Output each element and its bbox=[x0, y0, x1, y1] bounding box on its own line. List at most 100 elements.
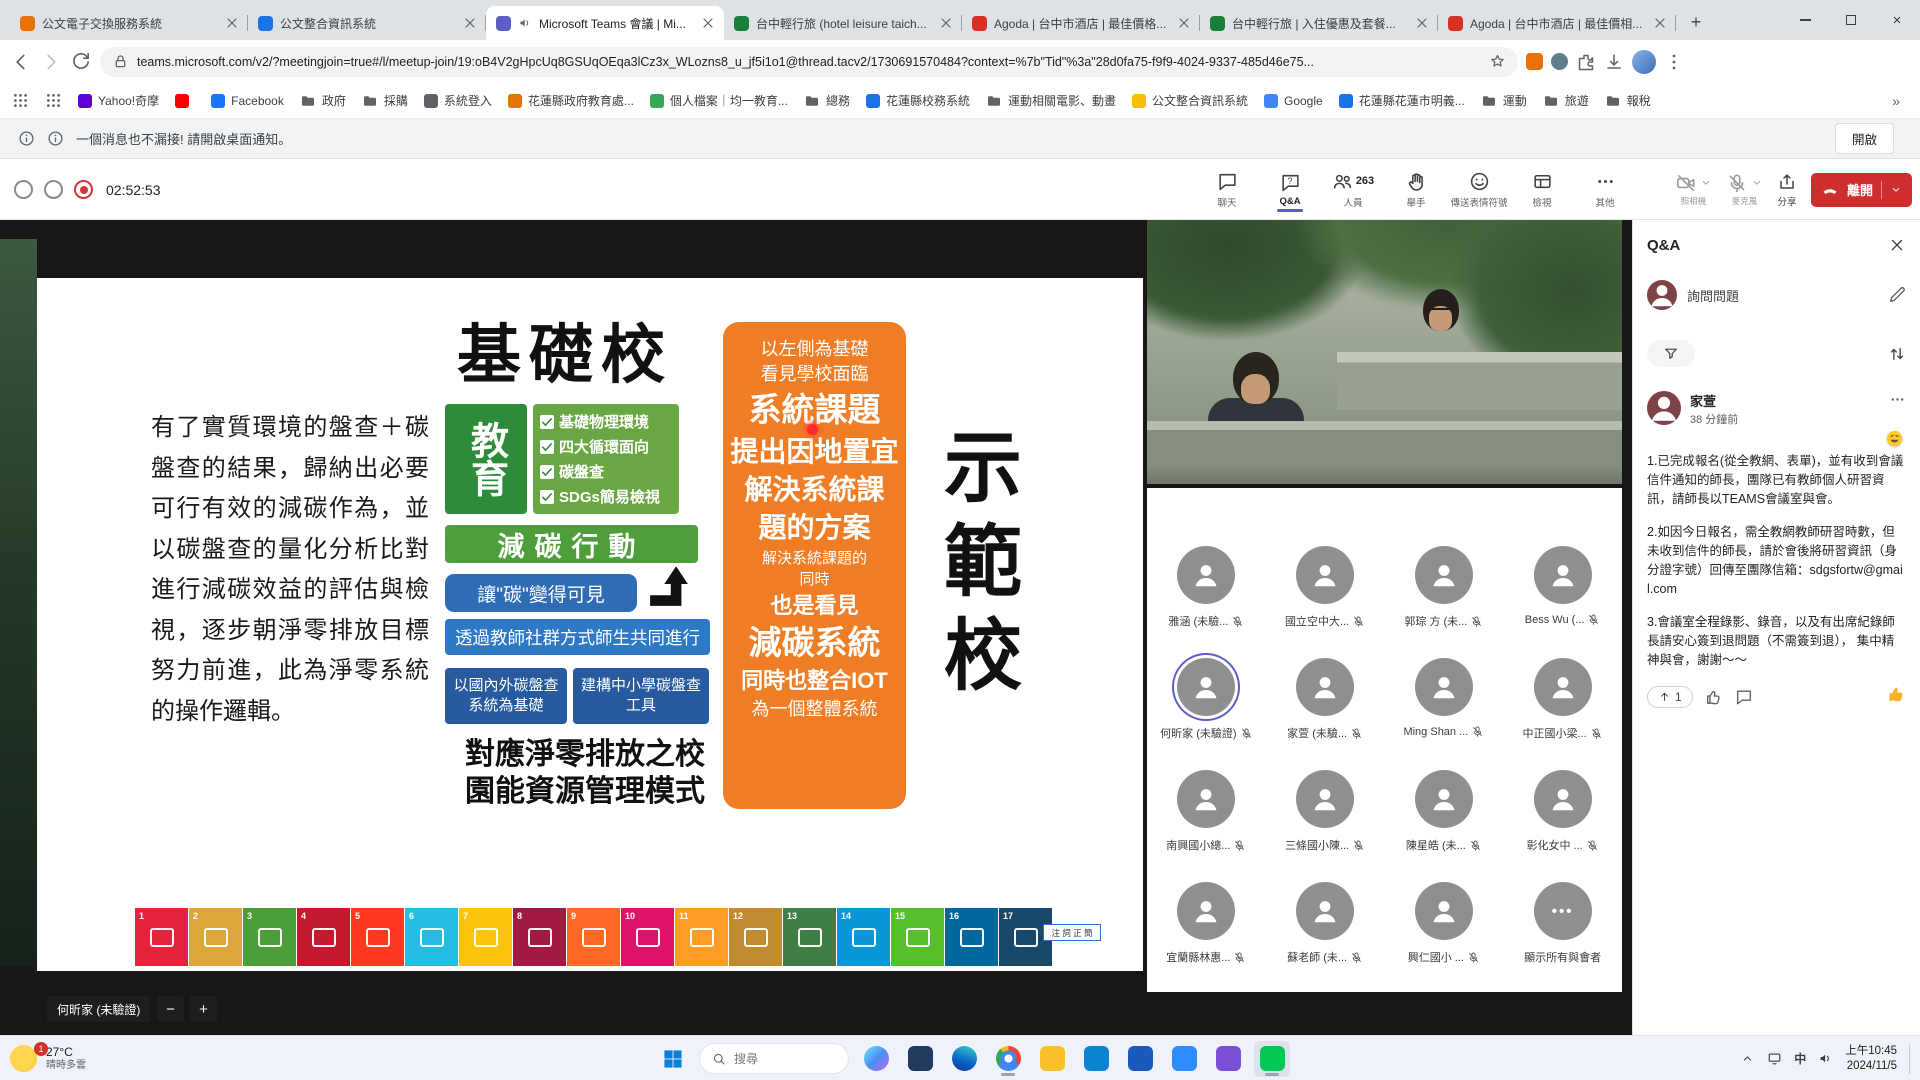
spotlight-video[interactable] bbox=[1147, 220, 1622, 484]
mic-control[interactable]: 麥克風 bbox=[1726, 172, 1763, 207]
taskbar-app-icon[interactable] bbox=[1210, 1041, 1246, 1077]
meeting-toolbar-button[interactable]: 檢視 bbox=[1513, 166, 1571, 214]
back-icon[interactable] bbox=[10, 51, 32, 73]
taskbar-app-icon[interactable] bbox=[946, 1041, 982, 1077]
start-button[interactable] bbox=[656, 1042, 690, 1076]
window-close-button[interactable]: × bbox=[1874, 0, 1920, 40]
participant-tile[interactable]: ••• 家萱 (未驗... bbox=[1266, 658, 1385, 770]
filter-button[interactable] bbox=[1647, 340, 1695, 367]
share-button[interactable]: 分享 bbox=[1777, 172, 1797, 208]
tab-close-icon[interactable] bbox=[224, 15, 240, 31]
participant-tile[interactable]: ••• 蘇老師 (未... bbox=[1266, 882, 1385, 994]
browser-menu-icon[interactable] bbox=[1664, 52, 1684, 72]
meeting-toolbar-button[interactable]: 舉手 bbox=[1387, 166, 1445, 214]
taskbar-app-icon[interactable] bbox=[1166, 1041, 1202, 1077]
reload-icon[interactable] bbox=[70, 51, 92, 73]
bookmark-item[interactable]: 個人檔案｜均一教育... bbox=[650, 92, 788, 109]
tab-close-icon[interactable] bbox=[1414, 15, 1430, 31]
camera-chevron-icon[interactable] bbox=[1700, 177, 1712, 189]
window-minimize-button[interactable] bbox=[1782, 0, 1828, 40]
participant-tile[interactable]: ••• 何昕家 (未驗證) bbox=[1147, 658, 1266, 770]
meeting-toolbar-button[interactable]: 傳送表情符號 bbox=[1450, 166, 1508, 214]
extension-icon-1[interactable] bbox=[1526, 53, 1543, 70]
bookmarks-overflow-chevron[interactable]: » bbox=[1892, 93, 1908, 109]
url-text[interactable]: teams.microsoft.com/v2/?meetingjoin=true… bbox=[137, 55, 1481, 69]
camera-control[interactable]: 照相機 bbox=[1675, 172, 1712, 207]
participant-tile[interactable]: ••• 陳星皓 (未... bbox=[1385, 770, 1504, 882]
leave-button[interactable]: 離開 bbox=[1811, 173, 1912, 207]
extensions-puzzle-icon[interactable] bbox=[1576, 52, 1596, 72]
browser-profile-avatar[interactable] bbox=[1632, 50, 1656, 74]
bookmark-item[interactable]: Facebook bbox=[211, 94, 284, 108]
meeting-toolbar-button[interactable]: ? Q&A bbox=[1261, 167, 1319, 212]
browser-tab[interactable]: 公文電子交換服務系統 bbox=[10, 6, 248, 40]
tab-close-icon[interactable] bbox=[1652, 15, 1668, 31]
participant-tile[interactable]: ••• 國立空中大... bbox=[1266, 546, 1385, 658]
participant-tile[interactable]: ••• 興仁國小 ... bbox=[1385, 882, 1504, 994]
ask-question-label[interactable]: 詢問問題 bbox=[1687, 286, 1878, 305]
sort-icon[interactable] bbox=[1888, 345, 1906, 363]
enable-notifications-button[interactable]: 開啟 bbox=[1835, 123, 1894, 154]
participant-tile[interactable]: ••• 三條國小陳... bbox=[1266, 770, 1385, 882]
bookmark-item[interactable]: 花蓮縣花蓮市明義... bbox=[1339, 92, 1465, 109]
lock-icon[interactable] bbox=[112, 53, 129, 70]
camera-off-icon[interactable] bbox=[1675, 172, 1697, 194]
bookmark-item[interactable]: Yahoo!奇摩 bbox=[78, 92, 159, 109]
bookmark-item[interactable]: 旅遊 bbox=[1543, 92, 1589, 109]
new-tab-button[interactable]: + bbox=[1682, 8, 1710, 36]
browser-tab[interactable]: Microsoft Teams 會議 | Mi... bbox=[486, 6, 724, 40]
browser-tab[interactable]: Agoda | 台中市酒店 | 最佳價相... bbox=[1438, 6, 1676, 40]
taskbar-search[interactable] bbox=[699, 1043, 849, 1074]
weather-widget[interactable]: 1 27°C 晴時多雲 bbox=[10, 1036, 86, 1080]
forward-icon[interactable] bbox=[40, 51, 62, 73]
participant-tile[interactable]: ••• Ming Shan ... bbox=[1385, 658, 1504, 770]
taskbar-app-icon[interactable] bbox=[858, 1041, 894, 1077]
clock[interactable]: 上午10:45 2024/11/5 bbox=[1845, 1044, 1897, 1074]
browser-tab[interactable]: 台中輕行旅 (hotel leisure taich... bbox=[724, 6, 962, 40]
volume-tray-icon[interactable] bbox=[1818, 1051, 1833, 1066]
participant-tile[interactable]: ••• 宜蘭縣林惠... bbox=[1147, 882, 1266, 994]
participant-tile[interactable]: ••• 雅涵 (未驗... bbox=[1147, 546, 1266, 658]
hidden-icons-chevron-icon[interactable] bbox=[1740, 1051, 1755, 1066]
bookmark-item[interactable] bbox=[175, 94, 195, 108]
bookmark-item[interactable]: 運動相關電影、動畫 bbox=[986, 92, 1116, 109]
taskbar-app-icon[interactable] bbox=[990, 1041, 1026, 1077]
taskbar-app-icon[interactable] bbox=[902, 1041, 938, 1077]
zoom-in-button[interactable]: + bbox=[190, 996, 217, 1022]
bookmark-item[interactable]: 總務 bbox=[804, 92, 850, 109]
meeting-toolbar-button[interactable]: 263 人員 bbox=[1324, 166, 1382, 214]
bookmark-item[interactable]: 運動 bbox=[1481, 92, 1527, 109]
ime-indicator[interactable]: 中 bbox=[1794, 1050, 1806, 1067]
participant-tile[interactable]: ••• 彰化女中 ... bbox=[1503, 770, 1622, 882]
ime-toolbar[interactable]: 注 詞 正 簡 bbox=[1043, 924, 1101, 941]
ask-question-row[interactable]: 詢問問題 bbox=[1633, 280, 1920, 310]
participant-tile[interactable]: ••• 中正國小梁... bbox=[1503, 658, 1622, 770]
bookmark-item[interactable]: 報稅 bbox=[1605, 92, 1651, 109]
tab-close-icon[interactable] bbox=[700, 15, 716, 31]
post-more-icon[interactable] bbox=[1889, 391, 1906, 408]
taskbar-app-icon[interactable] bbox=[1034, 1041, 1070, 1077]
presentation-slide[interactable]: 基礎校 有了實質環境的盤查＋碳盤查的結果，歸納出必要可行有效的減碳作為，並以碳盤… bbox=[37, 278, 1143, 971]
taskbar-app-icon[interactable] bbox=[1254, 1041, 1290, 1077]
taskbar-app-icon[interactable] bbox=[1122, 1041, 1158, 1077]
bookmark-item[interactable]: 花蓮縣政府教育處... bbox=[508, 92, 634, 109]
apps-grid-icon[interactable] bbox=[12, 92, 29, 109]
taskbar-search-input[interactable] bbox=[734, 1052, 824, 1066]
comment-icon[interactable] bbox=[1735, 688, 1753, 706]
tab-close-icon[interactable] bbox=[938, 15, 954, 31]
monitor-tray-icon[interactable] bbox=[1767, 1051, 1782, 1066]
qa-close-icon[interactable] bbox=[1888, 236, 1906, 254]
browser-tab[interactable]: 台中輕行旅 | 入住優惠及套餐... bbox=[1200, 6, 1438, 40]
participant-tile[interactable]: ••• 顯示所有與會者 bbox=[1503, 882, 1622, 994]
meeting-toolbar-button[interactable]: 聊天 bbox=[1198, 166, 1256, 214]
window-maximize-button[interactable] bbox=[1828, 0, 1874, 40]
apps-grid-icon-2[interactable] bbox=[45, 92, 62, 109]
mic-off-icon[interactable] bbox=[1726, 172, 1748, 194]
mic-chevron-icon[interactable] bbox=[1751, 177, 1763, 189]
browser-tab[interactable]: 公文整合資訊系統 bbox=[248, 6, 486, 40]
bookmark-item[interactable]: 公文整合資訊系統 bbox=[1132, 92, 1248, 109]
bookmark-item[interactable]: 採購 bbox=[362, 92, 408, 109]
extension-icon-2[interactable] bbox=[1551, 53, 1568, 70]
tab-close-icon[interactable] bbox=[1176, 15, 1192, 31]
zoom-out-button[interactable]: − bbox=[157, 996, 184, 1022]
